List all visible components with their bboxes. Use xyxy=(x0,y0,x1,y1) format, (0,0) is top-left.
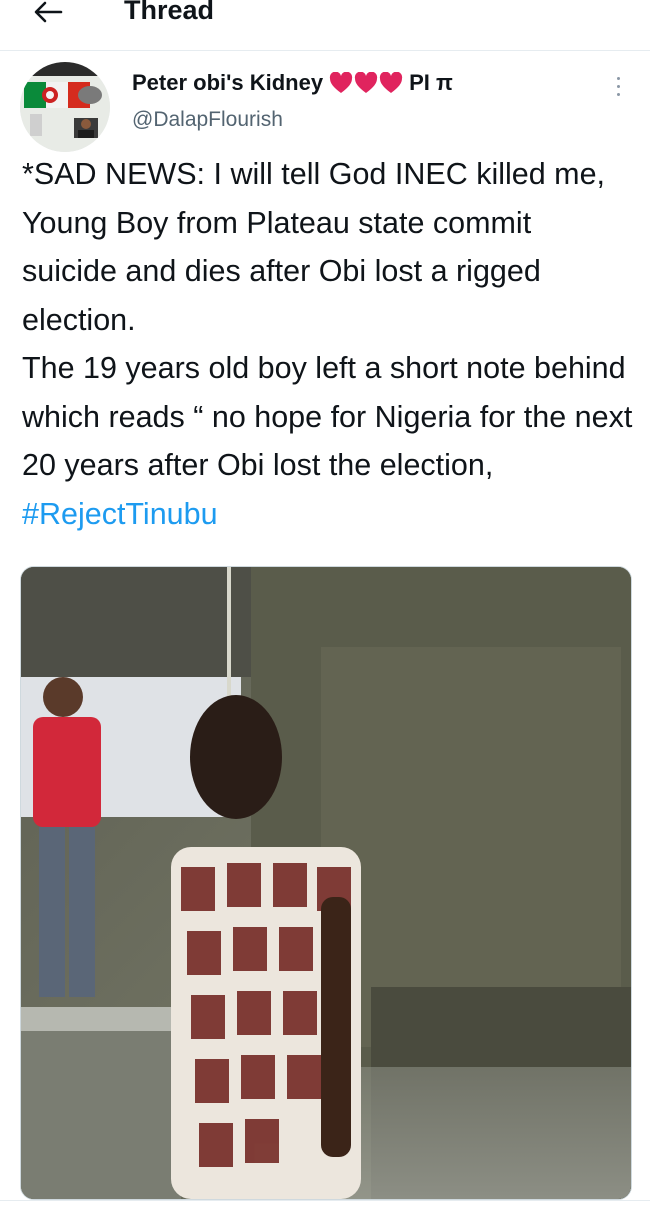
author-name[interactable]: Peter obi's Kidney xyxy=(132,70,323,96)
more-options-button[interactable] xyxy=(606,66,630,106)
red-heart-icon xyxy=(354,72,378,93)
author-suffix: PI π xyxy=(409,70,453,95)
arrow-left-icon xyxy=(34,1,63,23)
red-heart-icon xyxy=(379,72,403,93)
tweet-text: *SAD NEWS: I will tell God INEC killed m… xyxy=(22,150,634,538)
hashtag-link[interactable]: #RejectTinubu xyxy=(22,497,218,531)
avatar-image xyxy=(20,62,110,152)
top-bar: Thread xyxy=(0,0,650,51)
author-row: Peter obi's Kidney PI π xyxy=(132,70,453,96)
red-heart-icon xyxy=(329,72,353,93)
avatar[interactable] xyxy=(20,62,110,152)
tweet-header: Peter obi's Kidney PI π @DalapFlourish xyxy=(20,62,630,152)
tweet-media-photo[interactable] xyxy=(20,566,632,1200)
divider xyxy=(0,1200,650,1201)
tweet-body: *SAD NEWS: I will tell God INEC killed m… xyxy=(22,157,633,482)
back-button[interactable] xyxy=(28,0,68,32)
heart-emojis xyxy=(329,72,403,94)
author-handle[interactable]: @DalapFlourish xyxy=(132,108,283,132)
more-vertical-icon xyxy=(616,76,620,80)
photo-image xyxy=(21,567,631,1199)
page-title: Thread xyxy=(124,0,215,25)
